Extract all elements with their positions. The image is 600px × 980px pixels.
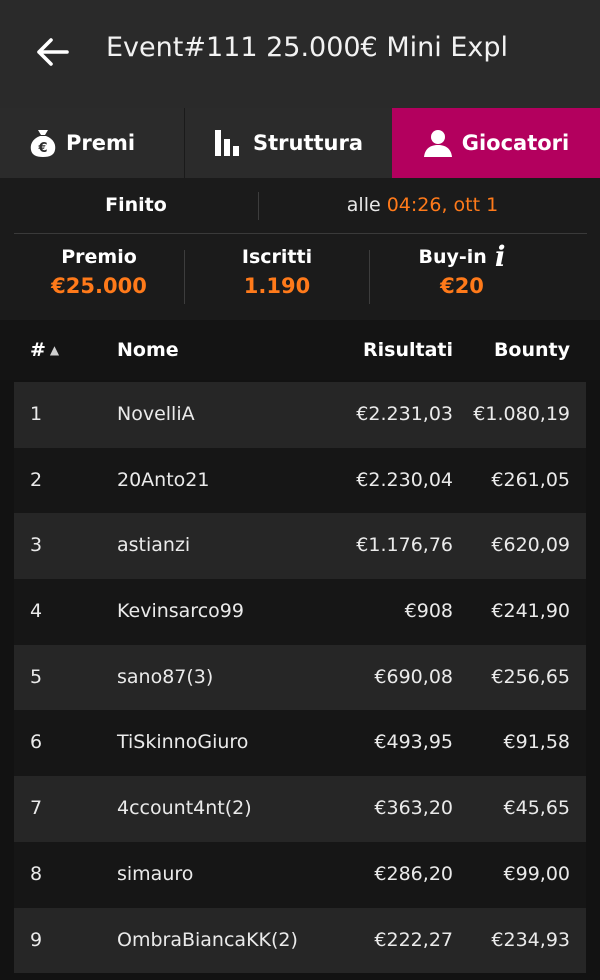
cell-bounty: €99,00 [503,862,570,885]
table-row[interactable]: 1 NovelliA €2.231,03 €1.080,19 [14,382,586,448]
status-time: alle 04:26, ott 1 [258,194,587,216]
cell-name: sano87(3) [117,665,214,688]
cell-rank: 8 [30,862,43,885]
tab-giocatori[interactable]: Giocatori [392,108,600,178]
stat-premio: Premio €25.000 [14,246,184,298]
cell-results: €2.231,03 [356,403,453,425]
table-row[interactable]: 4 Kevinsarco99 €908 €241,90 [14,579,586,645]
cell-results: €908 [404,600,453,623]
svg-text:€: € [37,141,47,156]
table-row[interactable]: 8 simauro €286,20 €99,00 [14,841,586,908]
premio-value: €25.000 [51,274,147,298]
cell-name: simauro [117,862,194,885]
premio-label: Premio [61,246,137,268]
tournament-status-panel: Finito alle 04:26, ott 1 Premio €25.000 … [0,178,600,320]
table-header: # ▲ Nome Risultati Bounty [0,320,600,380]
tab-bar: € Premi Struttura Giocatori [0,108,600,178]
table-row[interactable]: 2 20Anto21 €2.230,04 €261,05 [14,447,586,514]
tab-premi[interactable]: € Premi [0,108,185,178]
cell-bounty: €234,93 [491,928,570,951]
iscritti-label: Iscritti [241,246,313,268]
cell-bounty: €620,09 [491,534,570,557]
cell-name: OmbraBiancaKK(2) [117,928,298,951]
tab-giocatori-label: Giocatori [461,131,570,155]
cell-rank: 9 [30,928,43,951]
info-icon[interactable]: i [495,243,506,271]
cell-rank: 2 [30,468,43,491]
table-row[interactable]: 7 4ccount4nt(2) €363,20 €45,65 [14,776,586,842]
cell-rank: 3 [30,534,43,557]
cell-bounty: €45,65 [503,797,570,820]
cell-rank: 4 [30,600,43,623]
buyin-value: €20 [440,274,484,298]
status-row: Finito alle 04:26, ott 1 [14,178,587,234]
time-value: 04:26, ott 1 [386,194,499,216]
cell-bounty: €1.080,19 [473,403,570,425]
status-state: Finito [105,194,167,216]
cell-rank: 7 [30,797,43,820]
cell-bounty: €256,65 [491,665,570,688]
column-header-bounty[interactable]: Bounty [494,339,570,361]
buyin-label: Buy-in [418,246,487,268]
cell-name: NovelliA [117,403,195,425]
rank-header-label: # [30,339,46,361]
time-prefix: alle [346,194,381,216]
tab-struttura[interactable]: Struttura [185,108,392,178]
stat-iscritti: Iscritti 1.190 [185,246,369,298]
app-bar: Event#111 25.000€ Mini Expl [0,0,600,108]
tab-struttura-label: Struttura [252,131,364,155]
cell-results: €286,20 [374,862,453,885]
iscritti-value: 1.190 [243,274,311,298]
cell-bounty: €241,90 [491,600,570,623]
cell-name: 4ccount4nt(2) [117,797,252,820]
cell-results: €222,27 [374,928,453,951]
buyin-label-wrap: Buy-in i [370,243,554,271]
cell-results: €363,20 [374,797,453,820]
money-bag-euro-icon: € [29,128,57,158]
page-title: Event#111 25.000€ Mini Expl [106,32,508,63]
cell-name: astianzi [117,534,191,557]
cell-name: TiSkinnoGiuro [117,731,249,754]
cell-rank: 1 [30,403,43,425]
stat-buyin: Buy-in i €20 [370,243,554,299]
column-header-results[interactable]: Risultati [363,339,453,361]
results-table: 1 NovelliA €2.231,03 €1.080,19 2 20Anto21 €2.2… [14,382,586,974]
back-arrow-icon [37,38,69,66]
sort-ascending-icon: ▲ [49,343,60,357]
table-row[interactable]: 5 sano87(3) €690,08 €256,65 [14,644,586,711]
cell-name: Kevinsarco99 [117,600,244,623]
table-row[interactable]: 9 OmbraBiancaKK(2) €222,27 €234,93 [14,907,586,974]
person-icon [423,128,453,158]
cell-results: €2.230,04 [356,468,453,491]
cell-results: €690,08 [374,665,453,688]
bar-chart-icon [214,129,244,157]
back-button[interactable] [28,30,76,74]
cell-rank: 6 [30,731,43,754]
cell-bounty: €91,58 [503,731,570,754]
cell-rank: 5 [30,665,43,688]
column-header-rank[interactable]: # ▲ [30,339,59,361]
table-row[interactable]: 6 TiSkinnoGiuro €493,95 €91,58 [14,710,586,777]
table-row[interactable]: 3 astianzi €1.176,76 €620,09 [14,513,586,580]
cell-bounty: €261,05 [491,468,570,491]
cell-results: €1.176,76 [356,534,453,557]
cell-name: 20Anto21 [117,468,210,491]
tab-premi-label: Premi [66,131,136,155]
cell-results: €493,95 [374,731,453,754]
column-header-name[interactable]: Nome [117,339,179,361]
